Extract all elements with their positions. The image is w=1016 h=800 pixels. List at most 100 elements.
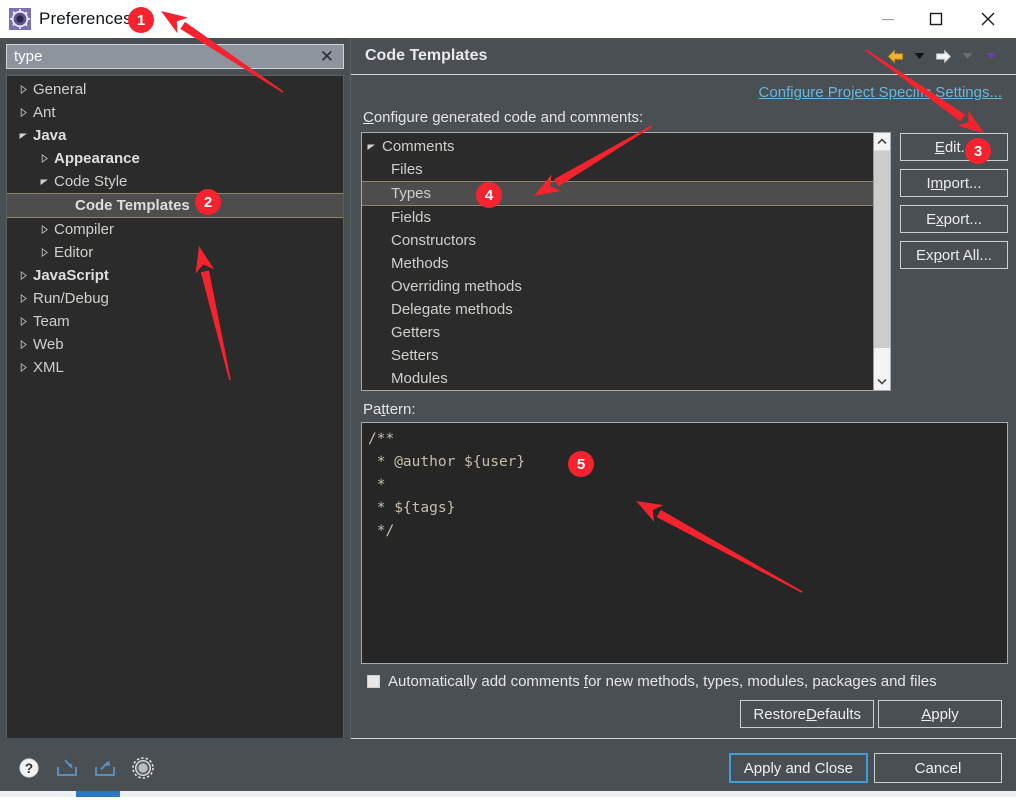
arrow-left-icon[interactable] <box>884 45 906 67</box>
twisty-collapsed-icon[interactable] <box>36 154 52 163</box>
arrow-right-icon[interactable] <box>932 45 954 67</box>
cancel-button[interactable]: Cancel <box>874 753 1002 783</box>
sidebar-item-label: Run/Debug <box>33 290 109 307</box>
sidebar-item-label: Code Templates <box>75 197 190 214</box>
code-templates-list-items: Comments Files Types Fields Constructors Meth… <box>362 133 873 390</box>
list-item-label: Comments <box>382 138 455 155</box>
scrollbar-thumb[interactable] <box>874 150 890 348</box>
sidebar-item-code-style[interactable]: Code Style <box>7 170 343 193</box>
twisty-collapsed-icon[interactable] <box>15 108 31 117</box>
list-item-label: Modules <box>391 370 448 387</box>
page-title: Code Templates <box>365 47 488 64</box>
sidebar-item-javascript[interactable]: JavaScript <box>7 264 343 287</box>
list-item[interactable]: Setters <box>362 344 873 367</box>
filter-row: type ✕ <box>6 44 344 69</box>
twisty-collapsed-icon[interactable] <box>15 85 31 94</box>
sidebar-item-label: Editor <box>54 244 94 261</box>
list-item[interactable]: Delegate methods <box>362 298 873 321</box>
export-all-button-label: ort All... <box>941 246 992 264</box>
sidebar-item-label: Ant <box>33 104 56 121</box>
auto-comment-checkbox[interactable] <box>367 675 380 688</box>
pattern-textarea[interactable]: /** * @author ${user} * * ${tags} */ <box>361 422 1008 664</box>
sidebar-item-general[interactable]: General <box>7 78 343 101</box>
help-icon[interactable]: ? <box>16 755 42 781</box>
scrollbar-track[interactable] <box>874 348 890 373</box>
list-item[interactable]: Modules <box>362 367 873 390</box>
export-all-button[interactable]: Ex p ort All... <box>900 241 1008 269</box>
list-item-label: Setters <box>391 347 439 364</box>
sidebar-item-code-templates[interactable]: Code Templates <box>7 193 343 218</box>
sidebar-item-java[interactable]: Java <box>7 124 343 147</box>
sidebar-item-editor[interactable]: Editor <box>7 241 343 264</box>
twisty-collapsed-icon[interactable] <box>15 340 31 349</box>
restore-defaults-label: efaults <box>816 705 861 723</box>
sidebar-item-ant[interactable]: Ant <box>7 101 343 124</box>
list-item-label: Files <box>391 161 423 178</box>
import-button[interactable]: Im port... <box>900 169 1008 197</box>
sidebar-item-run-debug[interactable]: Run/Debug <box>7 287 343 310</box>
sidebar-item-appearance[interactable]: Appearance <box>7 147 343 170</box>
twisty-collapsed-icon[interactable] <box>36 225 52 234</box>
view-menu-chevron-down-icon[interactable] <box>980 45 1002 67</box>
sidebar-item-xml[interactable]: XML <box>7 356 343 379</box>
auto-comment-label-tail: or new methods, types, modules, packages… <box>588 673 937 690</box>
chevron-up-icon[interactable] <box>874 133 890 150</box>
list-item[interactable]: Types <box>362 181 873 206</box>
project-specific-row: Configure Project Specific Settings... <box>361 75 1008 105</box>
preferences-tree[interactable]: General Ant Java Appearance Code Style Code T… <box>6 75 344 738</box>
export-button[interactable]: Ex port... <box>900 205 1008 233</box>
edit-button-label: dit... <box>944 138 974 156</box>
import-icon[interactable] <box>54 755 80 781</box>
export-icon[interactable] <box>92 755 118 781</box>
list-item[interactable]: Comments <box>362 135 873 158</box>
footer-buttons: Apply and Close Cancel <box>728 753 1002 783</box>
code-templates-list[interactable]: Comments Files Types Fields Constructors Meth… <box>361 132 891 391</box>
sidebar-item-compiler[interactable]: Compiler <box>7 218 343 241</box>
twisty-collapsed-icon[interactable] <box>15 294 31 303</box>
chevron-down-icon[interactable] <box>908 45 930 67</box>
sidebar-item-label: General <box>33 81 87 98</box>
list-item-label: Methods <box>391 255 449 272</box>
twisty-expanded-icon[interactable] <box>15 131 31 140</box>
preferences-page: Code Templates Configure Project Specifi… <box>350 38 1016 738</box>
configure-generated-code-label-text: onfigure generated code and comments: <box>373 109 644 126</box>
twisty-collapsed-icon[interactable] <box>15 317 31 326</box>
list-item[interactable]: Getters <box>362 321 873 344</box>
twisty-expanded-icon[interactable] <box>362 142 380 151</box>
list-item[interactable]: Fields <box>362 206 873 229</box>
list-scrollbar[interactable] <box>873 133 890 390</box>
sidebar-item-label: Appearance <box>54 150 140 167</box>
svg-text:?: ? <box>25 761 33 776</box>
restore-defaults-button[interactable]: Restore Defaults <box>740 700 874 728</box>
sidebar-item-web[interactable]: Web <box>7 333 343 356</box>
sidebar-item-team[interactable]: Team <box>7 310 343 333</box>
twisty-expanded-icon[interactable] <box>36 177 52 186</box>
close-button[interactable] <box>960 0 1016 38</box>
chevron-down-icon[interactable] <box>874 373 890 390</box>
configure-project-specific-settings-link[interactable]: Configure Project Specific Settings... <box>759 84 1002 101</box>
preferences-gear-icon <box>9 8 31 30</box>
twisty-collapsed-icon[interactable] <box>15 363 31 372</box>
minimize-button[interactable] <box>864 0 912 38</box>
list-item[interactable]: Constructors <box>362 229 873 252</box>
apply-button[interactable]: Apply <box>878 700 1002 728</box>
chevron-down-disabled-icon <box>956 45 978 67</box>
edit-button[interactable]: Edit... <box>900 133 1008 161</box>
list-item[interactable]: Overriding methods <box>362 275 873 298</box>
search-input[interactable]: type ✕ <box>6 44 344 69</box>
sidebar-item-label: JavaScript <box>33 267 109 284</box>
export-button-label: port... <box>943 210 982 228</box>
taskbar-active-item <box>76 791 120 797</box>
list-item[interactable]: Methods <box>362 252 873 275</box>
clear-icon[interactable]: ✕ <box>320 48 343 65</box>
sidebar-item-label: XML <box>33 359 64 376</box>
configure-generated-code-label: Configure generated code and comments: <box>363 109 644 126</box>
list-item[interactable]: Files <box>362 158 873 181</box>
twisty-collapsed-icon[interactable] <box>15 271 31 280</box>
page-header: Code Templates <box>351 38 1016 74</box>
twisty-collapsed-icon[interactable] <box>36 248 52 257</box>
apply-and-close-button[interactable]: Apply and Close <box>728 753 868 783</box>
settings-gear-icon[interactable] <box>130 755 156 781</box>
auto-comment-row[interactable]: Automatically add comments for new metho… <box>361 664 1008 690</box>
maximize-button[interactable] <box>912 0 960 38</box>
